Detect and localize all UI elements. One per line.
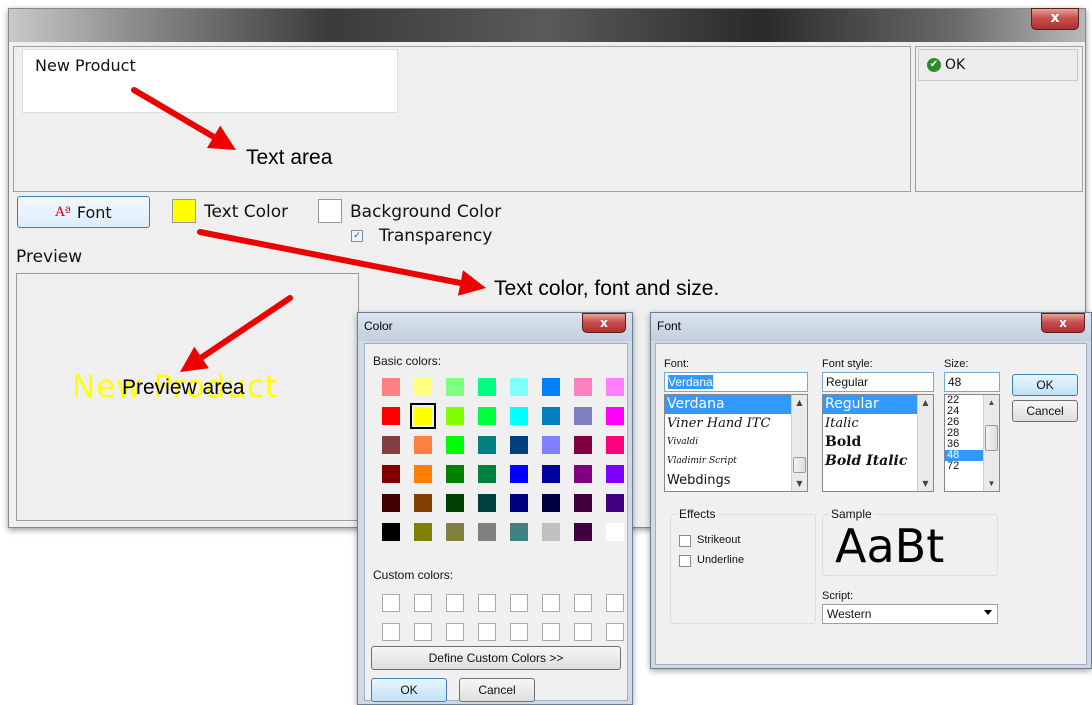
annotation-color-font-size: Text color, font and size. xyxy=(494,277,720,300)
annotation-preview-area: Preview area xyxy=(122,376,245,399)
annotation-arrow-shaft xyxy=(197,229,464,287)
annotation-text-area: Text area xyxy=(246,146,333,169)
annotation-arrow-head xyxy=(180,346,209,372)
annotation-arrow-shaft xyxy=(198,295,293,361)
annotation-arrow-shaft xyxy=(131,87,217,140)
annotation-arrow-head xyxy=(457,270,486,296)
annotation-arrows xyxy=(131,87,486,372)
